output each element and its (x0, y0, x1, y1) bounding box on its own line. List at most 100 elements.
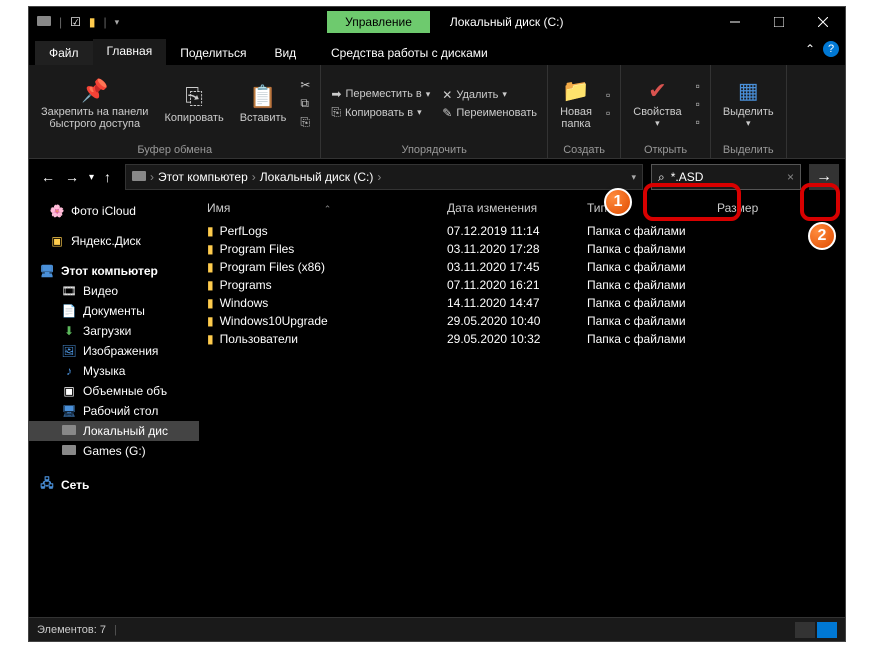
nav-back-button[interactable]: ← (41, 169, 55, 185)
addressbar[interactable]: › Этот компьютер › Локальный диск (C:) ›… (125, 164, 643, 190)
paste-button[interactable]: 📋 Вставить (234, 80, 293, 128)
move-to-button[interactable]: ➡Переместить в ▾ (327, 86, 434, 102)
file-row[interactable]: ▮Windows14.11.2020 14:47Папка с файлами (199, 294, 845, 312)
sidebar-item-icloud[interactable]: 🌸Фото iCloud (29, 201, 199, 221)
copy-path-button[interactable]: ⧉ (296, 95, 314, 112)
qat-dropdown-icon[interactable]: ▾ (115, 17, 120, 28)
sidebar-item-this-pc[interactable]: 🖥Этот компьютер (29, 261, 199, 281)
breadcrumb-current[interactable]: Локальный диск (C:) (260, 170, 374, 184)
nav-arrows: ← → ▾ ↑ (35, 169, 117, 185)
tab-share[interactable]: Поделиться (166, 41, 260, 65)
file-row[interactable]: ▮PerfLogs07.12.2019 11:14Папка с файлами (199, 222, 845, 240)
sidebar-item-network[interactable]: 🖧Сеть (29, 471, 199, 498)
folder-icon: ▮ (207, 332, 214, 346)
status-count: Элементов: 7 (37, 624, 106, 636)
searchbox[interactable]: ⌕ × (651, 164, 801, 190)
file-row[interactable]: ▮Windows10Upgrade29.05.2020 10:40Папка с… (199, 312, 845, 330)
edit-button[interactable]: ▫ (692, 96, 704, 112)
col-header-size[interactable]: Размер (709, 201, 789, 215)
folder-icon: ▮ (207, 242, 214, 256)
documents-icon: 📄 (61, 304, 77, 318)
col-header-name[interactable]: Имя ⌃ (199, 201, 439, 215)
tab-view[interactable]: Вид (260, 41, 310, 65)
sidebar-item-video[interactable]: 🎞Видео (29, 281, 199, 301)
file-row[interactable]: ▮Program Files03.11.2020 17:28Папка с фа… (199, 240, 845, 258)
create-extra: ▫ ▫ (602, 87, 614, 121)
group-label-create: Создать (554, 142, 614, 158)
file-row[interactable]: ▮Program Files (x86)03.11.2020 17:45Папк… (199, 258, 845, 276)
pin-to-quick-access-button[interactable]: 📌 Закрепить на панели быстрого доступа (35, 74, 154, 134)
breadcrumb-root[interactable]: Этот компьютер (158, 170, 248, 184)
group-label-clipboard: Буфер обмена (35, 142, 314, 158)
folder-icon[interactable]: ▮ (89, 15, 96, 29)
pc-icon: 🖥 (39, 264, 55, 278)
statusbar: Элементов: 7 | (29, 617, 845, 641)
maximize-button[interactable] (757, 7, 801, 37)
sidebar-item-games-g[interactable]: Games (G:) (29, 441, 199, 461)
explorer-window: | ☑ ▮ | ▾ Управление Локальный диск (C:)… (28, 6, 846, 642)
callout-badge-1: 1 (604, 188, 632, 216)
copy-button[interactable]: ⎘ Копировать (158, 80, 229, 128)
rename-button[interactable]: ✎Переименовать (438, 105, 541, 121)
search-input[interactable] (671, 170, 781, 184)
video-icon: 🎞 (61, 284, 77, 298)
search-go-button[interactable]: → (809, 164, 839, 190)
file-list: ▮PerfLogs07.12.2019 11:14Папка с файлами… (199, 222, 845, 348)
col-header-date[interactable]: Дата изменения (439, 201, 579, 215)
sidebar-item-downloads[interactable]: ⬇Загрузки (29, 321, 199, 341)
ribbon-collapse-icon[interactable]: ⌃ (805, 42, 815, 56)
cut-button[interactable]: ✂ (296, 77, 314, 93)
minimize-button[interactable] (713, 7, 757, 37)
clear-search-icon[interactable]: × (787, 170, 794, 184)
properties-icon: ✔ (648, 78, 666, 104)
select-button[interactable]: ▦ Выделить ▾ (717, 74, 780, 133)
refresh-icon[interactable]: ▾ (631, 172, 636, 183)
col-header-type[interactable]: Тип (579, 201, 709, 215)
nav-up-button[interactable]: ↑ (104, 169, 111, 185)
checkbox-icon[interactable]: ☑ (70, 15, 81, 29)
easy-access-button[interactable]: ▫ (602, 105, 614, 121)
view-mode-toggle[interactable] (795, 622, 837, 638)
close-button[interactable] (801, 7, 845, 37)
help-icon[interactable]: ? (823, 41, 839, 57)
quick-access-toolbar: | ☑ ▮ | ▾ (29, 15, 127, 29)
paste-icon: 📋 (249, 84, 276, 110)
new-folder-button[interactable]: 📁 Новая папка (554, 74, 598, 134)
new-item-button[interactable]: ▫ (602, 87, 614, 103)
titlebar: | ☑ ▮ | ▾ Управление Локальный диск (C:) (29, 7, 845, 37)
ribbon-group-create: 📁 Новая папка ▫ ▫ Создать (548, 65, 621, 158)
open-button[interactable]: ▫ (692, 78, 704, 94)
ribbon-group-open: ✔ Свойства ▾ ▫ ▫ ▫ Открыть (621, 65, 711, 158)
group-label-open: Открыть (627, 142, 704, 158)
copy-to-button[interactable]: ⎘Копировать в ▾ (327, 104, 434, 121)
sidebar-item-documents[interactable]: 📄Документы (29, 301, 199, 321)
file-panel: Имя ⌃ Дата изменения Тип Размер ▮PerfLog… (199, 195, 845, 617)
sidebar-item-local-c[interactable]: Локальный дис (29, 421, 199, 441)
new-folder-icon: 📁 (562, 78, 589, 104)
view-details-icon[interactable] (795, 622, 815, 638)
sidebar-item-desktop[interactable]: 🖥Рабочий стол (29, 401, 199, 421)
tab-drive-tools[interactable]: Средства работы с дисками (317, 41, 502, 65)
pin-icon: 📌 (81, 78, 108, 104)
group-label-organize: Упорядочить (327, 142, 541, 158)
ribbon-group-organize: ➡Переместить в ▾ ⎘Копировать в ▾ ✕Удалит… (321, 65, 548, 158)
nav-recent-dropdown[interactable]: ▾ (89, 172, 94, 183)
properties-button[interactable]: ✔ Свойства ▾ (627, 74, 687, 133)
tab-file[interactable]: Файл (35, 41, 93, 65)
file-row[interactable]: ▮Programs07.11.2020 16:21Папка с файлами (199, 276, 845, 294)
ribbon-context-tab[interactable]: Управление (327, 11, 430, 33)
sidebar-item-music[interactable]: ♪Музыка (29, 361, 199, 381)
sidebar-item-yandex[interactable]: ▣Яндекс.Диск (29, 231, 199, 251)
delete-button[interactable]: ✕Удалить ▾ (438, 87, 541, 103)
drive-icon (37, 15, 51, 29)
address-search-row: ← → ▾ ↑ › Этот компьютер › Локальный дис… (29, 159, 845, 195)
nav-forward-button[interactable]: → (65, 169, 79, 185)
tab-home[interactable]: Главная (93, 39, 167, 65)
paste-shortcut-button[interactable]: ⎘ (296, 114, 314, 131)
folder-icon: ▮ (207, 314, 214, 328)
view-icons-icon[interactable] (817, 622, 837, 638)
file-row[interactable]: ▮Пользователи29.05.2020 10:32Папка с фай… (199, 330, 845, 348)
history-button[interactable]: ▫ (692, 114, 704, 130)
sidebar-item-3d[interactable]: ▣Объемные объ (29, 381, 199, 401)
sidebar-item-pictures[interactable]: 🖼Изображения (29, 341, 199, 361)
